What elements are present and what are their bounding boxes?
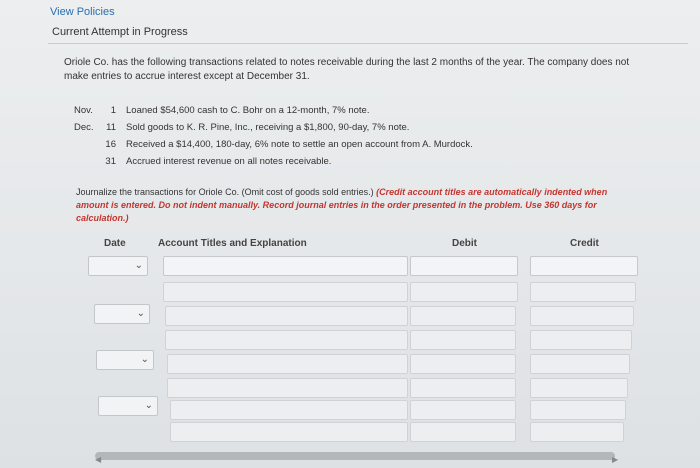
- horizontal-scrollbar[interactable]: [95, 452, 615, 460]
- chevron-down-icon: ⌄: [144, 400, 153, 411]
- transaction-description: Received a $14,400, 180-day, 6% note to …: [126, 139, 473, 150]
- date-select[interactable]: ⌄: [88, 256, 148, 276]
- transaction-description: Accrued interest revenue on all notes re…: [126, 156, 332, 167]
- debit-field[interactable]: [410, 306, 516, 326]
- page: View Policies Current Attempt in Progres…: [0, 0, 700, 468]
- transaction-day: 1: [110, 105, 116, 116]
- account-header: Account Titles and Explanation: [158, 238, 307, 249]
- transaction-description: Loaned $54,600 cash to C. Bohr on a 12-m…: [126, 105, 370, 116]
- debit-field[interactable]: [410, 330, 516, 350]
- problem-text: Oriole Co. has the following transaction…: [64, 57, 630, 82]
- transactions-list: Nov. 1 Loaned $54,600 cash to C. Bohr on…: [74, 102, 586, 170]
- scroll-right-icon[interactable]: ▶: [612, 455, 618, 464]
- transaction-day: 31: [105, 156, 116, 167]
- account-field[interactable]: [163, 256, 408, 276]
- view-policies-link[interactable]: View Policies: [50, 6, 115, 18]
- transaction-row: Nov. 1 Loaned $54,600 cash to C. Bohr on…: [74, 102, 586, 119]
- credit-header: Credit: [570, 238, 599, 249]
- account-field[interactable]: [167, 354, 408, 374]
- instructions-text: Journalize the transactions for Oriole C…: [76, 187, 377, 197]
- transaction-day: 16: [105, 139, 116, 150]
- transaction-description: Sold goods to K. R. Pine, Inc., receivin…: [126, 122, 410, 133]
- account-field[interactable]: [170, 400, 408, 420]
- instructions: Journalize the transactions for Oriole C…: [76, 186, 636, 225]
- account-field[interactable]: [163, 282, 408, 302]
- date-header: Date: [104, 238, 126, 249]
- date-select[interactable]: ⌄: [96, 350, 154, 370]
- debit-header: Debit: [452, 238, 477, 249]
- transaction-row: Dec. 11 Sold goods to K. R. Pine, Inc., …: [74, 119, 586, 136]
- debit-field[interactable]: [410, 400, 516, 420]
- transaction-row: 16 Received a $14,400, 180-day, 6% note …: [74, 136, 586, 153]
- credit-field[interactable]: [530, 400, 626, 420]
- transaction-row: 31 Accrued interest revenue on all notes…: [74, 153, 586, 170]
- account-field[interactable]: [170, 422, 408, 442]
- transaction-month: Dec.: [74, 122, 94, 133]
- debit-field[interactable]: [410, 282, 518, 302]
- attempt-status: Current Attempt in Progress: [52, 26, 188, 38]
- debit-field[interactable]: [410, 256, 518, 276]
- account-field[interactable]: [167, 378, 408, 398]
- account-field[interactable]: [165, 306, 408, 326]
- debit-field[interactable]: [410, 354, 516, 374]
- chevron-down-icon: ⌄: [136, 308, 145, 319]
- transaction-day: 11: [106, 122, 116, 133]
- transaction-month: Nov.: [74, 105, 93, 116]
- account-field[interactable]: [165, 330, 408, 350]
- credit-field[interactable]: [530, 306, 634, 326]
- credit-field[interactable]: [530, 282, 636, 302]
- credit-field[interactable]: [530, 422, 624, 442]
- debit-field[interactable]: [410, 422, 516, 442]
- date-select[interactable]: ⌄: [94, 304, 150, 324]
- credit-field[interactable]: [530, 378, 628, 398]
- credit-field[interactable]: [530, 330, 632, 350]
- date-select[interactable]: ⌄: [98, 396, 158, 416]
- credit-field[interactable]: [530, 256, 638, 276]
- scroll-left-icon[interactable]: ◀: [95, 455, 101, 464]
- chevron-down-icon: ⌄: [134, 260, 143, 271]
- divider: [48, 43, 688, 44]
- credit-field[interactable]: [530, 354, 630, 374]
- chevron-down-icon: ⌄: [140, 354, 149, 365]
- debit-field[interactable]: [410, 378, 516, 398]
